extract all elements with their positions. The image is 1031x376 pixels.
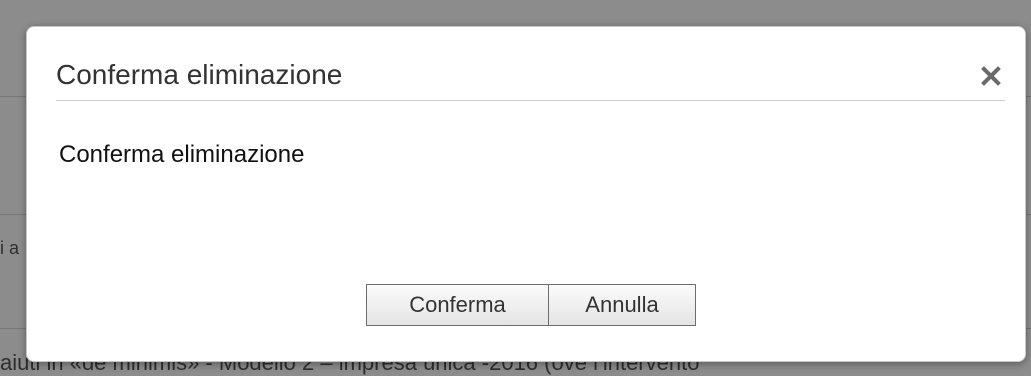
dialog-title: Conferma eliminazione xyxy=(56,59,343,90)
close-icon[interactable] xyxy=(979,63,1003,87)
dialog-message: Conferma eliminazione xyxy=(59,141,305,168)
confirm-delete-dialog: Conferma eliminazione Conferma eliminazi… xyxy=(26,26,1026,362)
dialog-button-group: Conferma Annulla xyxy=(366,284,696,326)
cancel-button[interactable]: Annulla xyxy=(548,284,696,326)
dialog-header: Conferma eliminazione xyxy=(56,57,1005,101)
confirm-button[interactable]: Conferma xyxy=(366,284,548,326)
